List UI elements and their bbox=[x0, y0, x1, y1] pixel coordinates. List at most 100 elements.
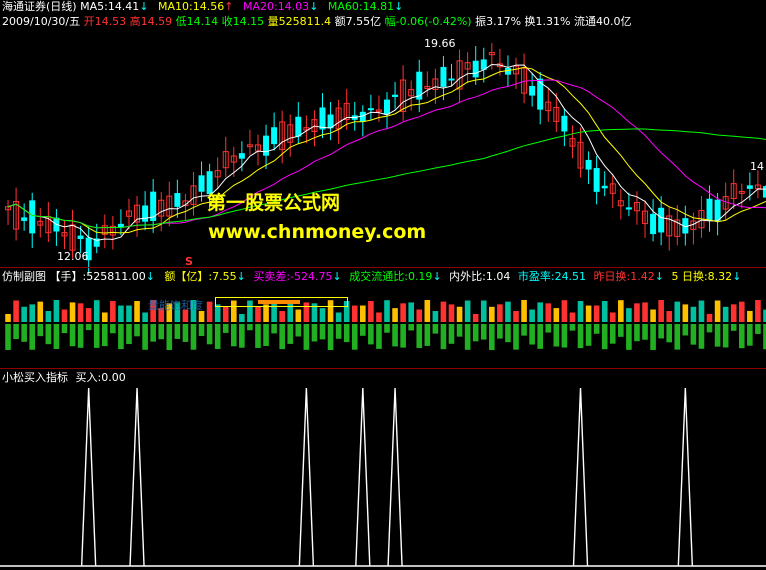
sub-bar-up bbox=[376, 312, 382, 322]
sub-bar-down bbox=[182, 324, 189, 342]
buy-sell-arrow: ↓ bbox=[332, 270, 342, 283]
candle-body bbox=[658, 207, 665, 233]
sub-bar-up bbox=[747, 310, 753, 322]
high-price-label: 19.66 bbox=[424, 37, 456, 50]
sub-bar-up bbox=[432, 311, 439, 322]
sub-bar-up bbox=[255, 306, 261, 322]
prev-turnover: 昨日换:1.42 bbox=[593, 270, 655, 283]
sub-bar-down bbox=[674, 324, 681, 350]
candle-body bbox=[295, 116, 302, 137]
sub-bar-down bbox=[174, 324, 181, 339]
sub-bar-down bbox=[472, 324, 479, 342]
sub-bar-up bbox=[472, 313, 479, 322]
sub-bar-up bbox=[29, 304, 36, 322]
sub-bar-down bbox=[110, 324, 116, 334]
candle-body bbox=[263, 135, 270, 156]
sub-bar-down bbox=[513, 324, 519, 350]
sub-bar-down bbox=[376, 324, 382, 349]
candle-body bbox=[21, 217, 28, 221]
indicator-buy-value: 买入:0.00 bbox=[75, 371, 126, 384]
sub-bar-up bbox=[513, 310, 519, 322]
sub-bar-up bbox=[682, 304, 689, 322]
sub-bar-up bbox=[626, 308, 632, 322]
buy-sell-diff: 买卖差:-524.75 bbox=[253, 270, 333, 283]
candle-body bbox=[480, 59, 487, 70]
sub-bar-down bbox=[263, 324, 269, 347]
sub-bar-up bbox=[505, 301, 511, 322]
separator-main bbox=[0, 267, 766, 268]
sub-bar-up bbox=[440, 301, 447, 322]
sub-bar-down bbox=[537, 324, 543, 349]
sub-bar-down bbox=[255, 324, 261, 348]
sub-bar-down bbox=[456, 324, 463, 337]
sub-bar-down bbox=[13, 324, 19, 340]
sub-bar-down bbox=[271, 324, 277, 334]
candle-body bbox=[529, 85, 536, 96]
sub-bar-down bbox=[634, 324, 640, 342]
buy-signal-peak bbox=[129, 387, 145, 567]
sub-bar-down bbox=[497, 324, 503, 339]
sub-bar-down bbox=[698, 324, 705, 349]
candle-body bbox=[174, 193, 181, 207]
sub-bar-down bbox=[190, 324, 197, 350]
sub-bar-up bbox=[690, 306, 697, 322]
candle-body bbox=[77, 235, 84, 240]
sub-bar-down bbox=[505, 324, 511, 343]
sub-bar-down bbox=[343, 324, 350, 343]
sub-bar-down bbox=[738, 324, 745, 349]
candle-body bbox=[392, 94, 399, 97]
sub-bar-up bbox=[400, 303, 406, 322]
inout-ratio: 内外比:1.04 bbox=[449, 270, 511, 283]
sub-bar-down bbox=[585, 324, 592, 346]
sub-bar-up bbox=[37, 301, 44, 322]
sub-bar-down bbox=[214, 324, 221, 349]
sub-bar-up bbox=[634, 303, 640, 322]
sub-bar-down bbox=[101, 324, 108, 347]
sub-bar-down bbox=[569, 324, 576, 331]
candle-body bbox=[593, 168, 600, 192]
sub-bar-down bbox=[93, 324, 100, 348]
sub-bar-down bbox=[303, 324, 310, 350]
candle-body bbox=[327, 114, 334, 129]
sub-bar-up bbox=[497, 304, 503, 322]
low-price-label: 12.06 bbox=[57, 250, 89, 263]
sub-bar-down bbox=[480, 324, 487, 340]
sub-bar-down bbox=[29, 324, 36, 350]
sub-bar-down bbox=[424, 324, 431, 346]
sub-bar-down bbox=[295, 324, 302, 337]
sub-panel-header: 仿制副图 【手】:525811.00↓ 额【亿】:7.55↓ 买卖差:-524.… bbox=[2, 270, 741, 284]
sub-bar-down bbox=[53, 324, 60, 350]
candle-body bbox=[198, 175, 205, 192]
sub-bar-up bbox=[714, 300, 721, 322]
sub-bar-down bbox=[747, 324, 753, 346]
sub-bar-up bbox=[489, 306, 495, 322]
sub-bar-down bbox=[626, 324, 632, 350]
sub-bar-up bbox=[609, 312, 616, 322]
saturation-label: 量能饱和度 bbox=[148, 299, 203, 312]
saturation-fill bbox=[258, 300, 300, 304]
sub-bar-down bbox=[351, 324, 358, 350]
sub-bar-up bbox=[561, 300, 568, 322]
float-ratio: 成交流通比:0.19 bbox=[349, 270, 433, 283]
sub-bar-down bbox=[730, 324, 737, 331]
pe-ratio: 市盈率:24.51 bbox=[517, 270, 587, 283]
sub-bar-up bbox=[239, 313, 245, 322]
kline-chart[interactable] bbox=[0, 0, 766, 570]
sub-bar-up bbox=[424, 300, 431, 322]
sub-bar-up bbox=[464, 300, 471, 322]
sub-bar-up bbox=[5, 314, 11, 322]
sub-bar-up bbox=[480, 300, 487, 322]
sub-bar-down bbox=[142, 324, 148, 350]
sub-bar-down bbox=[682, 324, 689, 336]
sub-bar-down bbox=[392, 324, 398, 347]
sub-bar-down bbox=[239, 324, 245, 348]
sub-bar-down bbox=[69, 324, 76, 347]
sub-bar-up bbox=[53, 300, 60, 322]
candle-body bbox=[448, 78, 455, 81]
sub-bar-up bbox=[351, 305, 358, 322]
indicator-name: 小松买入指标 bbox=[2, 371, 68, 384]
hand-value: 【手】:525811.00 bbox=[49, 270, 146, 283]
sub-bar-up bbox=[730, 304, 737, 322]
sub-bar-up bbox=[416, 309, 423, 322]
sub-bar-down bbox=[384, 324, 390, 333]
